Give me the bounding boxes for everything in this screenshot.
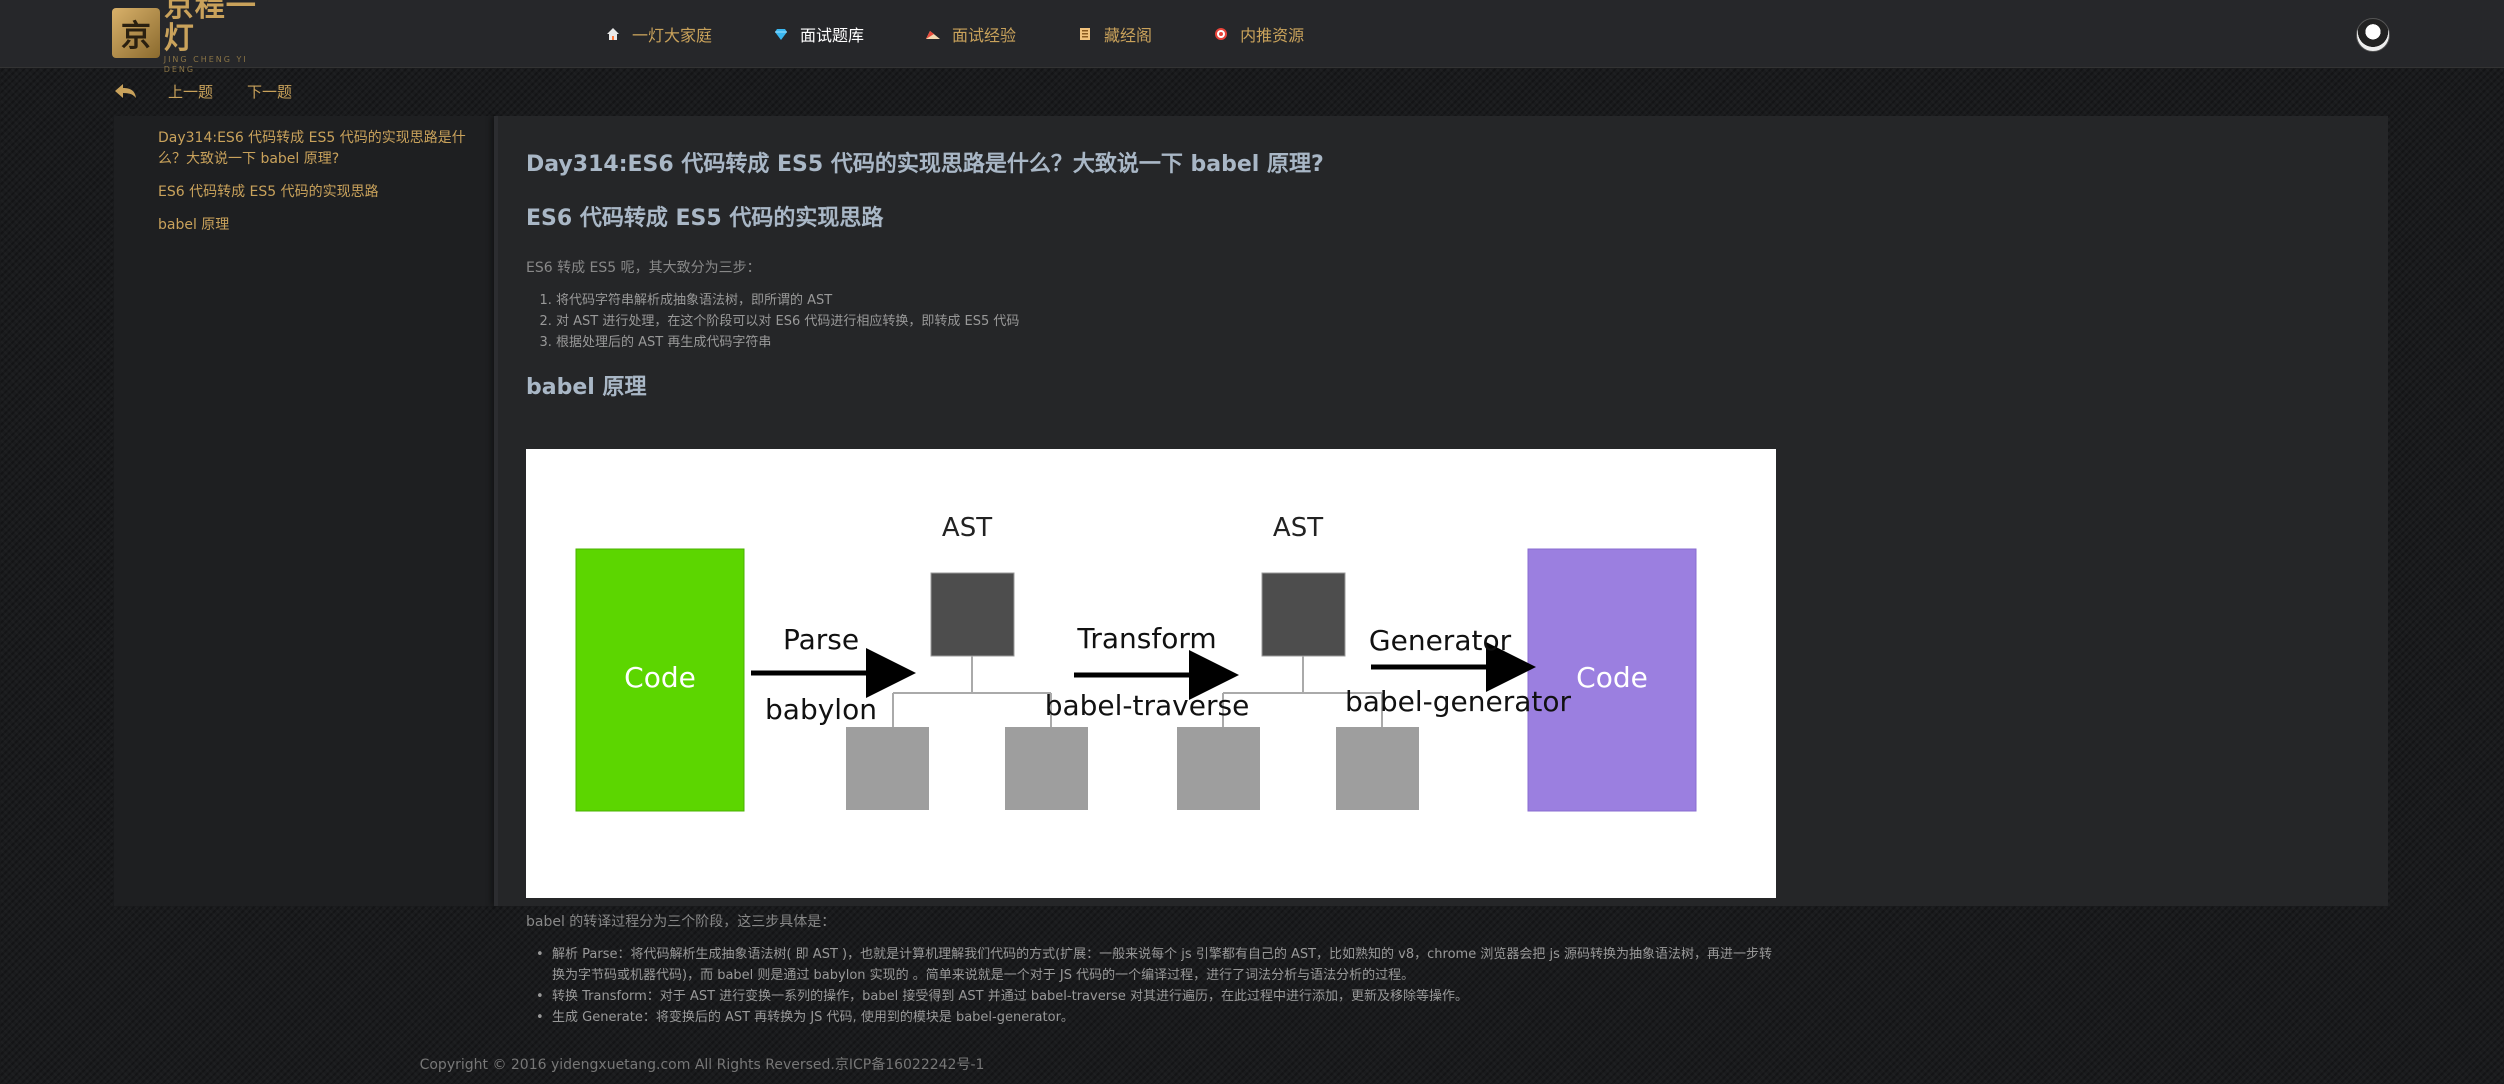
nav-label: 一灯大家庭 (632, 26, 713, 45)
transform-label: Transform (1076, 622, 1216, 655)
diamond-icon (772, 25, 790, 43)
list-item: 解析 Parse：将代码解析生成抽象语法树( 即 AST )，也就是计算机理解我… (526, 944, 1776, 986)
ast-child-node (1005, 727, 1088, 810)
nav-item-family[interactable]: 一灯大家庭 (604, 22, 712, 46)
cake-icon (924, 25, 942, 43)
babel-traverse-label: babel-traverse (1045, 689, 1250, 722)
prev-question-link[interactable]: 上一题 (168, 81, 213, 102)
nav-item-question-bank[interactable]: 面试题库 (772, 22, 864, 46)
ast-child-node (1177, 727, 1260, 810)
article-title: Day314:ES6 代码转成 ES5 代码的实现思路是什么？大致说一下 bab… (526, 152, 1324, 177)
babel-diagram: Code Code AST AST Parse babylon Transfor… (526, 449, 1776, 898)
nav-label: 藏经阁 (1104, 26, 1153, 45)
nav-label: 内推资源 (1240, 26, 1305, 45)
list-item: 生成 Generate：将变换后的 AST 再转换为 JS 代码, 使用到的模块… (526, 1007, 1776, 1028)
article: Day314:ES6 代码转成 ES5 代码的实现思路是什么？大致说一下 bab… (526, 150, 1776, 403)
top-navbar: 京 京程一灯 JING CHENG YI DENG 一灯大家庭 面试题库 面试经… (0, 0, 2504, 74)
home-icon (604, 25, 622, 43)
paragraph: ES6 转成 ES5 呢，其大致分为三步： (526, 260, 761, 276)
ast-label: AST (1273, 513, 1323, 543)
site-logo[interactable]: 京 京程一灯 JING CHENG YI DENG (112, 0, 282, 74)
main-nav: 一灯大家庭 面试题库 面试经验 藏经阁 内推资源 (604, 0, 1364, 68)
back-arrow-icon[interactable] (112, 81, 138, 101)
ast-root-node (930, 572, 1015, 657)
target-icon (1212, 25, 1230, 43)
section-heading: ES6 代码转成 ES5 代码的实现思路 (526, 206, 884, 231)
babel-diagram-svg: Code Code AST AST Parse babylon Transfor… (575, 513, 1697, 812)
footer-copyright: Copyright © 2016 yidengxuetang.com All R… (419, 1057, 985, 1073)
ast-tree-lines (892, 656, 1052, 727)
phases-list: 解析 Parse：将代码解析生成抽象语法树( 即 AST )，也就是计算机理解我… (526, 944, 1776, 1028)
parse-label: Parse (783, 623, 859, 656)
toc-item[interactable]: babel 原理 (158, 215, 478, 236)
list-item: 对 AST 进行处理，在这个阶段可以对 ES6 代码进行相应转换，即转成 ES5… (556, 311, 1776, 332)
section-heading: babel 原理 (526, 375, 647, 400)
next-question-link[interactable]: 下一题 (247, 81, 292, 102)
nav-item-library[interactable]: 藏经阁 (1076, 22, 1152, 46)
generator-label: Generator (1369, 624, 1512, 657)
code-source-label: Code (624, 661, 696, 694)
ast-child-node (846, 727, 929, 810)
article-lower: babel 的转译过程分为三个阶段，这三步具体是： 解析 Parse：将代码解析… (526, 912, 1776, 1028)
list-item: 根据处理后的 AST 再生成代码字符串 (556, 332, 1776, 353)
babylon-label: babylon (765, 693, 877, 726)
nav-item-referral[interactable]: 内推资源 (1212, 22, 1304, 46)
ast-root-node (1261, 572, 1346, 657)
paragraph: babel 的转译过程分为三个阶段，这三步具体是： (526, 914, 836, 930)
brand-name: 京程一灯 (163, 0, 257, 56)
ast-label: AST (942, 513, 992, 543)
list-item: 转换 Transform：对于 AST 进行变换一系列的操作，babel 接受得… (526, 986, 1776, 1007)
nav-label: 面试题库 (800, 26, 865, 45)
nav-item-experience[interactable]: 面试经验 (924, 22, 1016, 46)
ast-child-node (1336, 727, 1419, 810)
question-toolbar: 上一题 下一题 (112, 68, 1776, 114)
logo-mark: 京 (112, 8, 160, 58)
user-avatar[interactable] (2356, 18, 2390, 52)
list-item: 将代码字符串解析成抽象语法树，即所谓的 AST (556, 290, 1776, 311)
toc-sidebar: Day314:ES6 代码转成 ES5 代码的实现思路是什么？大致说一下 bab… (114, 116, 494, 906)
toc-item[interactable]: ES6 代码转成 ES5 代码的实现思路 (158, 182, 478, 203)
nav-label: 面试经验 (952, 26, 1017, 45)
babel-generator-label: babel-generator (1345, 685, 1572, 718)
toc-item[interactable]: Day314:ES6 代码转成 ES5 代码的实现思路是什么？大致说一下 bab… (158, 128, 478, 170)
steps-list: 将代码字符串解析成抽象语法树，即所谓的 AST 对 AST 进行处理，在这个阶段… (526, 290, 1776, 353)
book-icon (1076, 25, 1094, 43)
code-output-label: Code (1576, 661, 1648, 694)
